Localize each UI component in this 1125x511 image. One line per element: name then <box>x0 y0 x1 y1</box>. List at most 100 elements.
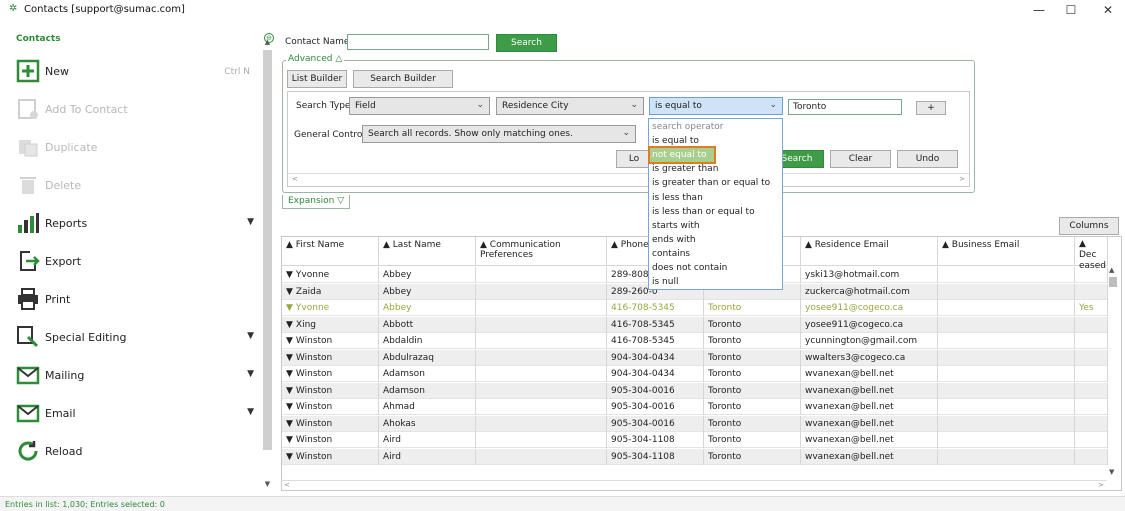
column-header-first-name[interactable]: ▲ First Name <box>282 237 379 266</box>
columns-button[interactable]: Columns <box>1059 217 1119 235</box>
expand-row-icon[interactable]: ▼ <box>286 336 293 346</box>
scroll-left-icon[interactable]: < <box>292 175 298 183</box>
undo-button[interactable]: Undo <box>897 150 958 168</box>
sidebar-item-duplicate[interactable]: Duplicate <box>16 135 256 165</box>
dropdown-option[interactable]: is null <box>650 275 781 289</box>
sidebar-item-reload[interactable]: Reload <box>16 439 256 469</box>
general-control-label: General Control: <box>294 130 368 140</box>
dropdown-option[interactable]: starts with <box>650 219 781 233</box>
table-cell <box>1075 415 1108 432</box>
expand-row-icon[interactable]: ▼ <box>286 419 293 429</box>
sidebar-item-label: Print <box>45 293 71 306</box>
table-row[interactable]: ▼ Winston Ahokas 905-304-0016 Toronto wvanexa… <box>282 415 1108 432</box>
dropdown-option[interactable]: contains <box>650 247 781 261</box>
expand-row-icon[interactable]: ▼ <box>286 353 293 363</box>
sidebar-item-email[interactable]: Email ▼ <box>16 401 256 431</box>
search-button[interactable]: Search <box>496 34 557 52</box>
chevron-down-icon[interactable]: ▼ <box>247 331 254 341</box>
minimize-button[interactable]: — <box>1028 2 1050 18</box>
table-row[interactable]: ▼ Xing Abbott 416-708-5345 Toronto yosee911@c… <box>282 316 1108 333</box>
grid-scroll-thumb[interactable] <box>1109 277 1117 287</box>
chevron-down-icon[interactable]: ▼ <box>247 369 254 379</box>
dropdown-option[interactable]: is greater than <box>650 162 781 176</box>
criteria-input[interactable]: Toronto <box>788 99 902 115</box>
dropdown-option[interactable]: is equal to <box>650 134 781 148</box>
dropdown-option[interactable]: not equal to <box>648 146 716 165</box>
advanced-toggle[interactable]: Advanced △ <box>286 54 345 64</box>
sidebar-item-add-to-contact[interactable]: Add To Contact <box>16 97 256 127</box>
table-row[interactable]: ▼ Winston Abdaldin 416-708-5345 Toronto ycunn… <box>282 333 1108 349</box>
table-row[interactable]: ▼ Winston Aird 905-304-1108 Toronto wvanexan@… <box>282 448 1108 465</box>
table-row[interactable]: ▼ Winston Ahmad 905-304-0016 Toronto wvanexan… <box>282 399 1108 415</box>
maximize-button[interactable]: ☐ <box>1060 2 1082 18</box>
expand-row-icon[interactable]: ▼ <box>286 270 293 280</box>
table-cell <box>938 399 1075 415</box>
grid-hscrollbar[interactable]: < > <box>281 480 1107 490</box>
scroll-right-icon[interactable]: > <box>1098 481 1104 489</box>
column-header-last-name[interactable]: ▲ Last Name <box>379 237 476 266</box>
contact-name-input[interactable] <box>347 34 489 50</box>
dropdown-option[interactable]: is less than or equal to <box>650 205 781 219</box>
table-row[interactable]: ▼ Winston Adamson 904-304-0434 Toronto wvanex… <box>282 366 1108 382</box>
sidebar-scroll-down-icon[interactable]: ▼ <box>263 480 272 488</box>
chevron-down-icon[interactable]: ▼ <box>247 217 254 227</box>
expand-row-icon[interactable]: ▼ <box>286 435 293 445</box>
expand-row-icon[interactable]: ▼ <box>286 287 293 297</box>
column-header-business-email[interactable]: ▲ Business Email <box>938 237 1075 266</box>
scroll-down-icon[interactable]: ▼ <box>1109 468 1114 476</box>
grid-vscrollbar[interactable]: ▲ ▼ <box>1106 266 1120 480</box>
expansion-toggle[interactable]: Expansion ▽ <box>282 195 351 209</box>
field-select[interactable]: Residence City ⌄ <box>496 97 644 115</box>
collapse-icon[interactable]: ⊖ <box>264 33 274 43</box>
scroll-up-icon[interactable]: ▲ <box>1109 266 1114 274</box>
table-cell <box>1075 432 1108 448</box>
table-cell: 905-304-0016 <box>607 382 704 399</box>
bar-chart-icon <box>18 213 39 233</box>
search-builder-button[interactable]: Search Builder <box>353 70 453 88</box>
expand-row-icon[interactable]: ▼ <box>286 303 293 313</box>
list-builder-button[interactable]: List Builder <box>287 70 347 88</box>
sidebar-scrollbar[interactable] <box>263 50 272 450</box>
sidebar-item-new[interactable]: New Ctrl N <box>16 59 256 89</box>
dropdown-option[interactable]: does not contain <box>650 261 781 275</box>
sidebar-item-mailing[interactable]: Mailing ▼ <box>16 363 256 393</box>
expand-row-icon[interactable]: ▼ <box>286 452 293 462</box>
dropdown-option[interactable]: is greater than or equal to <box>650 176 781 190</box>
table-row[interactable]: ▼ Winston Aird 905-304-1108 Toronto wvanexan@… <box>282 432 1108 448</box>
expand-row-icon[interactable]: ▼ <box>286 402 293 412</box>
table-row[interactable]: ▼ Winston Adamson 905-304-0016 Toronto wvanex… <box>282 382 1108 399</box>
sidebar-item-delete[interactable]: Delete <box>16 173 256 203</box>
column-header-communication-preferences[interactable]: ▲ Communication Preferences <box>476 237 607 266</box>
scroll-right-icon[interactable]: > <box>959 175 965 183</box>
chevron-down-icon[interactable]: ▼ <box>247 407 254 417</box>
chevron-down-icon: ⌄ <box>476 100 484 110</box>
table-row[interactable]: ▼ Winston Abdulrazaq 904-304-0434 Toronto wwa… <box>282 349 1108 366</box>
sidebar-item-print[interactable]: Print <box>16 287 256 317</box>
operator-select[interactable]: is equal to ⌄ <box>649 97 783 115</box>
expand-row-icon[interactable]: ▼ <box>286 320 293 330</box>
table-cell: Aird <box>379 432 476 448</box>
close-button[interactable]: ✕ <box>1097 2 1119 18</box>
table-row[interactable]: ▼ Yvonne Abbey 416-708-5345 Toronto yosee911@… <box>282 300 1108 316</box>
sidebar-item-reports[interactable]: Reports ▼ <box>16 211 256 241</box>
dropdown-option[interactable]: is less than <box>650 191 781 205</box>
expand-row-icon[interactable]: ▼ <box>286 369 293 379</box>
dropdown-option[interactable]: ends with <box>650 233 781 247</box>
chevron-down-icon: ⌄ <box>630 100 638 110</box>
table-cell: Ahmad <box>379 399 476 415</box>
sidebar-item-export[interactable]: Export <box>16 249 256 279</box>
load-button[interactable]: Lo <box>616 150 652 168</box>
expand-row-icon[interactable]: ▼ <box>286 386 293 396</box>
builder-hscrollbar[interactable]: < > <box>288 173 969 185</box>
table-cell <box>476 349 607 366</box>
general-control-select[interactable]: Search all records. Show only matching o… <box>362 125 636 143</box>
column-header-deceased[interactable]: ▲ Dec eased <box>1075 237 1108 271</box>
table-cell <box>476 316 607 333</box>
column-header-residence-email[interactable]: ▲ Residence Email <box>801 237 938 266</box>
clear-button[interactable]: Clear <box>830 150 891 168</box>
search-type-select[interactable]: Field ⌄ <box>349 97 490 115</box>
table-cell <box>1075 399 1108 415</box>
scroll-left-icon[interactable]: < <box>284 481 290 489</box>
sidebar-item-special-editing[interactable]: Special Editing ▼ <box>16 325 256 355</box>
add-criteria-button[interactable]: + <box>916 101 946 115</box>
